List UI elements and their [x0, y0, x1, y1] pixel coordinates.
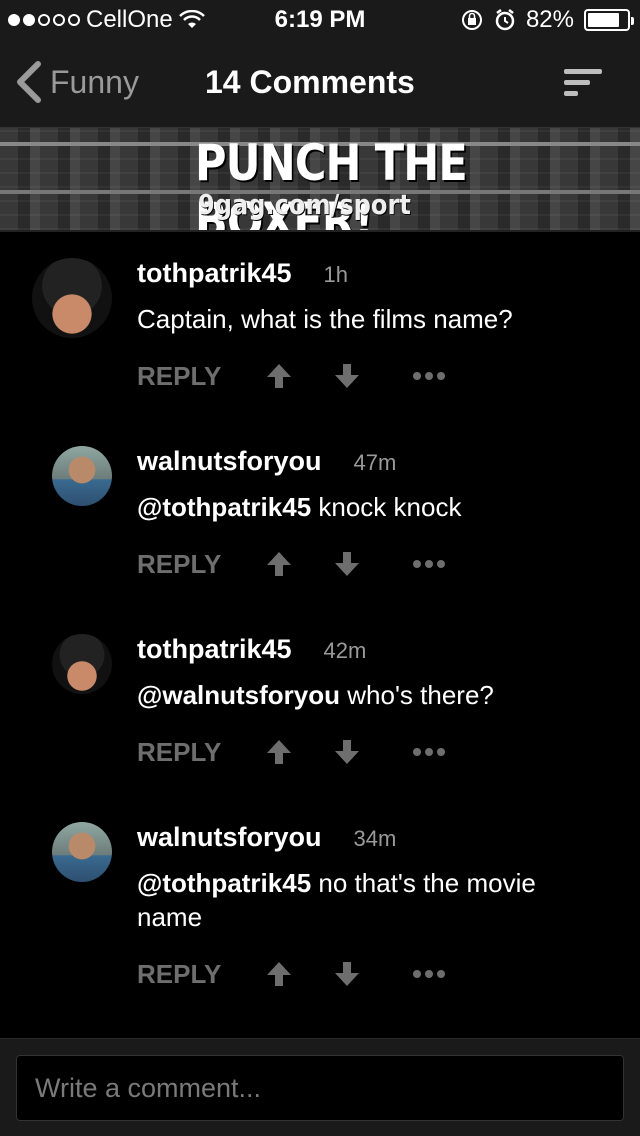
comment-actions: REPLY — [137, 954, 550, 994]
battery-percent: 82% — [525, 6, 574, 33]
mention-link[interactable]: @tothpatrik45 — [137, 868, 311, 898]
more-icon[interactable] — [413, 970, 445, 978]
comment-username[interactable]: tothpatrik45 — [137, 634, 292, 665]
avatar[interactable] — [52, 822, 112, 882]
comment-age: 47m — [353, 450, 397, 475]
chevron-left-icon — [17, 61, 41, 103]
comment-text-content: knock knock — [311, 492, 462, 522]
comment-body: tothpatrik45 42m @walnutsforyou who's th… — [137, 634, 620, 772]
status-bar: CellOne 6:19 PM 82% — [0, 0, 640, 40]
comment-body: tothpatrik45 1h Captain, what is the fil… — [137, 258, 620, 396]
comment-age: 34m — [353, 826, 397, 851]
reply-button[interactable]: REPLY — [137, 959, 265, 990]
comment-text-content: Captain, what is the films name? — [137, 304, 513, 334]
reply-button[interactable]: REPLY — [137, 549, 265, 580]
comment-username[interactable]: walnutsforyou — [137, 446, 322, 477]
comment-actions: REPLY — [137, 544, 620, 584]
arrow-down-icon[interactable] — [333, 738, 361, 766]
more-icon[interactable] — [413, 748, 445, 756]
avatar[interactable] — [32, 258, 112, 338]
comment-actions: REPLY — [137, 732, 620, 772]
orientation-lock-icon — [461, 10, 482, 30]
arrow-down-icon[interactable] — [333, 362, 361, 390]
status-right: 82% — [460, 6, 634, 34]
comment-composer — [0, 1038, 640, 1136]
more-icon[interactable] — [413, 560, 445, 568]
sort-icon[interactable] — [564, 67, 604, 99]
battery-icon — [584, 9, 634, 31]
avatar[interactable] — [52, 446, 112, 506]
avatar[interactable] — [52, 634, 112, 694]
arrow-down-icon[interactable] — [333, 960, 361, 988]
arrow-down-icon[interactable] — [333, 550, 361, 578]
arrow-up-icon[interactable] — [265, 738, 293, 766]
page-title: 14 Comments — [205, 64, 415, 100]
comment-body: walnutsforyou 34m @tothpatrik45 no that'… — [137, 822, 550, 994]
back-button[interactable]: Funny — [14, 60, 139, 104]
comment-username[interactable]: walnutsforyou — [137, 822, 322, 853]
comment-text: @walnutsforyou who's there? — [137, 678, 620, 712]
nav-bar: Funny 14 Comments — [0, 40, 640, 128]
arrow-up-icon[interactable] — [265, 960, 293, 988]
comment-text-content: who's there? — [340, 680, 494, 710]
mention-link[interactable]: @tothpatrik45 — [137, 492, 311, 522]
banner-subline: 9gag.com/sport — [198, 188, 411, 221]
promo-banner[interactable]: PUNCH THE BOXER! 9gag.com/sport — [0, 128, 640, 232]
comment-username[interactable]: tothpatrik45 — [137, 258, 292, 289]
comment-input[interactable] — [16, 1055, 624, 1121]
mention-link[interactable]: @walnutsforyou — [137, 680, 340, 710]
arrow-up-icon[interactable] — [265, 362, 293, 390]
comment-age: 42m — [323, 638, 367, 663]
alarm-icon — [495, 9, 515, 31]
comment-age: 1h — [323, 262, 349, 287]
comment-body: walnutsforyou 47m @tothpatrik45 knock kn… — [137, 446, 620, 584]
reply-button[interactable]: REPLY — [137, 361, 265, 392]
back-label: Funny — [50, 63, 139, 100]
comment-text: Captain, what is the films name? — [137, 302, 620, 336]
arrow-up-icon[interactable] — [265, 550, 293, 578]
comment-actions: REPLY — [137, 356, 620, 396]
comment-text: @tothpatrik45 no that's the movie name — [137, 866, 550, 934]
comment-text: @tothpatrik45 knock knock — [137, 490, 620, 524]
more-icon[interactable] — [413, 372, 445, 380]
reply-button[interactable]: REPLY — [137, 737, 265, 768]
